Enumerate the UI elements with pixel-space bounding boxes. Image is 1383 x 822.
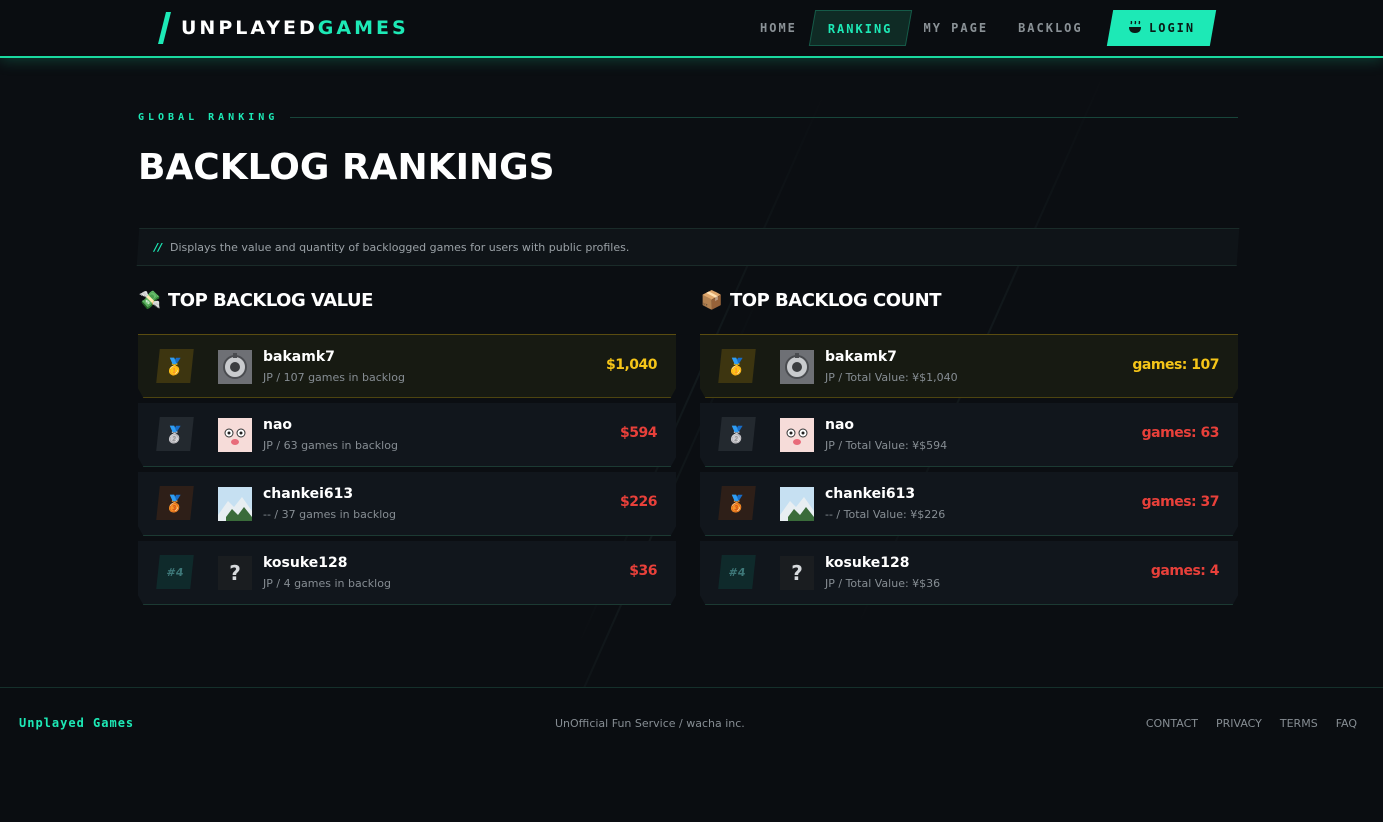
count-ranking-header: 📦 TOP BACKLOG COUNT <box>700 286 1238 314</box>
nav-ranking-label: RANKING <box>827 22 893 36</box>
footer-copyright: UnOfficial Fun Service / wacha inc. <box>555 717 745 730</box>
value-ranking-row[interactable]: 🥇 bakamk7 JP / 107 games in backlog $1,040 <box>138 334 676 398</box>
avatar[interactable] <box>780 487 814 521</box>
avatar[interactable]: ? <box>780 556 814 590</box>
value-ranking-score: $36 <box>629 563 657 579</box>
value-ranking-score: $226 <box>620 494 657 510</box>
bronze-medal-icon: 🥉 <box>718 486 756 520</box>
logo-text-unplayed: UNPLAYED <box>181 17 318 39</box>
username[interactable]: chankei613 <box>825 486 915 502</box>
user-details: JP / Total Value: ¥$594 <box>825 439 948 452</box>
count-ranking-row[interactable]: 🥈 nao JP / Total Value: ¥$594 games: 63 <box>700 403 1238 467</box>
value-ranking-score: $1,040 <box>605 357 658 373</box>
user-details: JP / Total Value: ¥$36 <box>825 577 941 590</box>
avatar[interactable] <box>218 350 252 384</box>
avatar[interactable] <box>218 418 252 452</box>
count-ranking-panel: 📦 TOP BACKLOG COUNT 🥇 bakamk7 JP / Total V… <box>700 286 1238 610</box>
footer-link-faq[interactable]: FAQ <box>1336 717 1357 730</box>
notice-text: Displays the value and quantity of backl… <box>170 240 630 254</box>
value-ranking-list: 🥇 bakamk7 JP / 107 games in backlog $1,040 🥈… <box>138 334 676 605</box>
count-ranking-title: TOP BACKLOG COUNT <box>730 289 942 311</box>
steam-icon <box>1128 21 1141 33</box>
value-ranking-row[interactable]: 🥉 chankei613 -- / 37 games in backlog $226 <box>138 472 676 536</box>
count-ranking-score: games: 107 <box>1132 357 1219 373</box>
value-ranking-row[interactable]: #4? kosuke128 JP / 4 games in backlog $36 <box>138 541 676 605</box>
site-logo[interactable]: UNPLAYED GAMES <box>158 12 409 44</box>
count-ranking-row[interactable]: #4? kosuke128 JP / Total Value: ¥$36 games:… <box>700 541 1238 605</box>
gold-medal-icon: 🥇 <box>156 349 194 383</box>
login-button[interactable]: LOGIN <box>1106 10 1216 46</box>
user-details: JP / 107 games in backlog <box>263 371 405 384</box>
main-nav: HOME RANKING MY PAGE BACKLOG LOGIN <box>745 10 1216 46</box>
nav-home-label: HOME <box>760 21 797 35</box>
user-details: -- / 37 games in backlog <box>263 508 396 521</box>
value-ranking-title: TOP BACKLOG VALUE <box>168 289 373 311</box>
value-ranking-score: $594 <box>620 425 657 441</box>
user-details: -- / Total Value: ¥$226 <box>825 508 946 521</box>
footer-brand[interactable]: Unplayed Games <box>19 716 134 730</box>
username[interactable]: nao <box>825 417 854 433</box>
user-details: JP / 4 games in backlog <box>263 577 391 590</box>
count-ranking-score: games: 37 <box>1141 494 1220 510</box>
count-ranking-row[interactable]: 🥉 chankei613 -- / Total Value: ¥$226 games:… <box>700 472 1238 536</box>
nav-my-page[interactable]: MY PAGE <box>908 10 1003 46</box>
main-content: GLOBAL RANKING BACKLOG RANKINGS // Displ… <box>136 108 1240 605</box>
value-ranking-panel: 💸 TOP BACKLOG VALUE 🥇 bakamk7 JP / 107 gam… <box>138 286 676 610</box>
value-ranking-row[interactable]: 🥈 nao JP / 63 games in backlog $594 <box>138 403 676 467</box>
ranking-columns: 💸 TOP BACKLOG VALUE 🥇 bakamk7 JP / 107 gam… <box>138 286 1238 610</box>
avatar[interactable] <box>218 487 252 521</box>
gold-medal-icon: 🥇 <box>718 349 756 383</box>
count-ranking-score: games: 4 <box>1150 563 1220 579</box>
footer-link-terms[interactable]: TERMS <box>1280 717 1318 730</box>
username[interactable]: chankei613 <box>263 486 353 502</box>
count-ranking-row[interactable]: 🥇 bakamk7 JP / Total Value: ¥$1,040 games: … <box>700 334 1238 398</box>
footer-link-privacy[interactable]: PRIVACY <box>1216 717 1262 730</box>
nav-backlog-label: BACKLOG <box>1018 21 1083 35</box>
value-ranking-header: 💸 TOP BACKLOG VALUE <box>138 286 676 314</box>
section-eyebrow: GLOBAL RANKING <box>138 108 1238 126</box>
logo-slash-icon <box>158 12 171 44</box>
username[interactable]: kosuke128 <box>825 555 910 571</box>
count-ranking-score: games: 63 <box>1141 425 1220 441</box>
eyebrow-text: GLOBAL RANKING <box>138 111 279 123</box>
user-details: JP / Total Value: ¥$1,040 <box>825 371 958 384</box>
rank-badge: #4 <box>156 555 194 589</box>
top-navbar: UNPLAYED GAMES HOME RANKING MY PAGE BACK… <box>0 0 1383 58</box>
footer-link-contact[interactable]: CONTACT <box>1146 717 1198 730</box>
rank-badge: #4 <box>718 555 756 589</box>
page-title: BACKLOG RANKINGS <box>138 147 555 188</box>
username[interactable]: kosuke128 <box>263 555 348 571</box>
user-details: JP / 63 games in backlog <box>263 439 398 452</box>
package-icon: 📦 <box>700 289 724 311</box>
avatar[interactable] <box>780 350 814 384</box>
username[interactable]: nao <box>263 417 292 433</box>
avatar[interactable]: ? <box>218 556 252 590</box>
silver-medal-icon: 🥈 <box>156 417 194 451</box>
info-notice: // Displays the value and quantity of ba… <box>136 228 1240 266</box>
silver-medal-icon: 🥈 <box>718 417 756 451</box>
bronze-medal-icon: 🥉 <box>156 486 194 520</box>
nav-home[interactable]: HOME <box>745 10 812 46</box>
nav-my-page-label: MY PAGE <box>923 21 989 35</box>
quote-slash-icon: // <box>154 240 163 254</box>
login-label: LOGIN <box>1148 21 1195 35</box>
nav-ranking[interactable]: RANKING <box>808 10 912 46</box>
logo-text-games: GAMES <box>317 17 409 39</box>
footer-links: CONTACT PRIVACY TERMS FAQ <box>1146 717 1357 730</box>
site-footer: Unplayed Games UnOfficial Fun Service / … <box>0 687 1383 822</box>
eyebrow-divider <box>290 116 1238 118</box>
avatar[interactable] <box>780 418 814 452</box>
nav-backlog[interactable]: BACKLOG <box>1003 10 1098 46</box>
count-ranking-list: 🥇 bakamk7 JP / Total Value: ¥$1,040 games: … <box>700 334 1238 605</box>
username[interactable]: bakamk7 <box>825 349 897 365</box>
money-icon: 💸 <box>138 289 162 311</box>
username[interactable]: bakamk7 <box>263 349 335 365</box>
